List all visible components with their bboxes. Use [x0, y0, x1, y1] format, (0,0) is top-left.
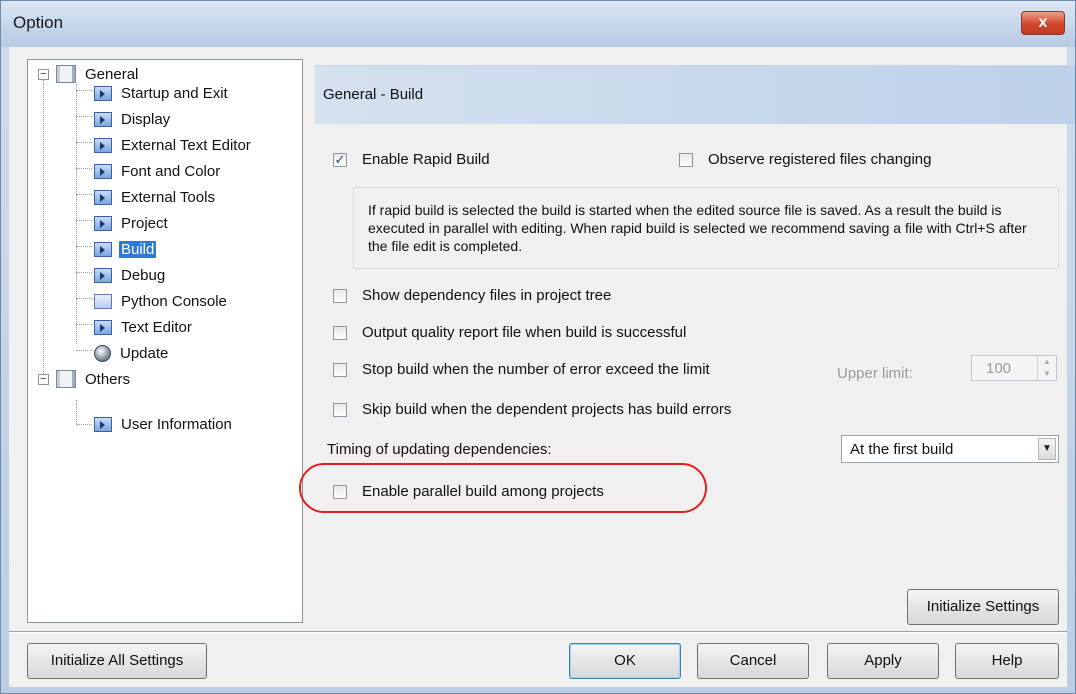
enable-rapid-build-checkbox[interactable]: ✓ Enable Rapid Build	[333, 151, 490, 168]
panel-title: General - Build	[323, 86, 424, 103]
timing-selected-value: At the first build	[850, 441, 954, 458]
help-button[interactable]: Help	[955, 643, 1059, 679]
rapid-build-description: If rapid build is selected the build is …	[353, 187, 1059, 269]
checkbox-label: Stop build when the number of error exce…	[362, 361, 710, 378]
settings-page-icon	[94, 163, 112, 179]
tree-item-label: Debug	[121, 266, 166, 284]
collapse-icon[interactable]: −	[38, 374, 49, 385]
option-dialog: Option x − General Startup and Exit Disp…	[0, 0, 1076, 694]
checkbox-box: ✓	[333, 151, 347, 167]
tree-item-others[interactable]: − Others	[38, 367, 132, 391]
checkbox-label: Observe registered files changing	[708, 151, 932, 168]
folder-icon	[56, 370, 76, 388]
upper-limit-label: Upper limit:	[837, 365, 913, 382]
observe-files-checkbox[interactable]: Observe registered files changing	[679, 151, 931, 168]
spin-up-icon[interactable]: ▲	[1038, 356, 1056, 368]
console-icon	[94, 293, 112, 309]
settings-page-icon	[94, 319, 112, 335]
description-text: If rapid build is selected the build is …	[368, 202, 1027, 254]
checkbox-box	[679, 152, 693, 167]
tree-item-label: Project	[121, 214, 168, 232]
tree-item-label: Update	[120, 344, 169, 362]
checkbox-label: Output quality report file when build is…	[362, 324, 687, 341]
initialize-settings-button[interactable]: Initialize Settings	[907, 589, 1059, 625]
tree-item-project[interactable]: Project	[94, 211, 170, 235]
timing-dropdown[interactable]: At the first build ▼	[841, 435, 1059, 463]
tree-item-label: Others	[85, 370, 131, 388]
initialize-all-settings-button[interactable]: Initialize All Settings	[27, 643, 207, 679]
close-icon: x	[1038, 14, 1048, 31]
chevron-down-icon[interactable]: ▼	[1038, 438, 1056, 460]
tree-item-label: External Tools	[121, 188, 215, 206]
collapse-icon[interactable]: −	[38, 69, 49, 80]
upper-limit-spinner[interactable]: 100 ▲ ▼	[971, 355, 1057, 381]
tree-item-external-text-editor[interactable]: External Text Editor	[94, 133, 253, 157]
footer-separator	[9, 631, 1067, 633]
tree-item-text-editor[interactable]: Text Editor	[94, 315, 194, 339]
highlight-ellipse	[299, 463, 707, 513]
checkbox-label: Skip build when the dependent projects h…	[362, 401, 732, 418]
tree-item-user-information[interactable]: User Information	[94, 412, 234, 436]
globe-update-icon	[94, 344, 111, 362]
cancel-button[interactable]: Cancel	[697, 643, 809, 679]
checkbox-label: Enable Rapid Build	[362, 151, 490, 168]
dialog-client-area: − General Startup and Exit Display Exter…	[9, 47, 1075, 687]
checkbox-label: Show dependency files in project tree	[362, 287, 612, 304]
panel-header: General - Build	[315, 65, 1075, 124]
settings-page-icon	[94, 111, 112, 127]
settings-page-icon	[94, 137, 112, 153]
tree-item-update[interactable]: Update	[94, 341, 170, 365]
show-dependency-checkbox[interactable]: Show dependency files in project tree	[333, 287, 611, 304]
tree-item-label: General	[85, 65, 139, 83]
tree-item-label: Build	[119, 240, 157, 258]
ok-button[interactable]: OK	[569, 643, 681, 679]
checkbox-box	[333, 362, 347, 377]
tree-item-label: Startup and Exit	[121, 84, 228, 102]
tree-item-startup-and-exit[interactable]: Startup and Exit	[94, 81, 230, 105]
settings-page-icon	[94, 416, 112, 432]
tree-item-label: Python Console	[121, 292, 227, 310]
settings-page-icon	[94, 85, 112, 101]
spin-down-icon[interactable]: ▼	[1038, 368, 1056, 380]
tree-item-build[interactable]: Build	[94, 237, 157, 261]
checkbox-box	[333, 325, 347, 340]
settings-page-icon	[94, 241, 112, 257]
stop-build-checkbox[interactable]: Stop build when the number of error exce…	[333, 361, 710, 378]
tree-item-external-tools[interactable]: External Tools	[94, 185, 217, 209]
output-quality-checkbox[interactable]: Output quality report file when build is…	[333, 324, 686, 341]
timing-label: Timing of updating dependencies:	[327, 441, 552, 458]
spinner-arrows-icon[interactable]: ▲ ▼	[1037, 356, 1056, 380]
checkbox-box	[333, 288, 347, 303]
checkbox-box	[333, 402, 347, 417]
tree-item-debug[interactable]: Debug	[94, 263, 167, 287]
folder-icon	[56, 65, 76, 83]
apply-button[interactable]: Apply	[827, 643, 939, 679]
tree-item-python-console[interactable]: Python Console	[94, 289, 229, 313]
close-button[interactable]: x	[1021, 11, 1065, 35]
title-bar[interactable]: Option x	[1, 1, 1075, 47]
tree-item-label: Font and Color	[121, 162, 221, 180]
tree-item-display[interactable]: Display	[94, 107, 172, 131]
tree-item-label: Text Editor	[121, 318, 192, 336]
tree-item-label: Display	[121, 110, 171, 128]
tree-item-font-and-color[interactable]: Font and Color	[94, 159, 222, 183]
settings-page-icon	[94, 215, 112, 231]
settings-page-icon	[94, 267, 112, 283]
tree-item-label: External Text Editor	[121, 136, 251, 154]
window-title: Option	[13, 13, 64, 32]
tree-item-label: User Information	[121, 415, 232, 433]
skip-build-checkbox[interactable]: Skip build when the dependent projects h…	[333, 401, 731, 418]
category-tree[interactable]: − General Startup and Exit Display Exter…	[27, 59, 303, 623]
upper-limit-value: 100	[986, 360, 1012, 377]
settings-page-icon	[94, 189, 112, 205]
